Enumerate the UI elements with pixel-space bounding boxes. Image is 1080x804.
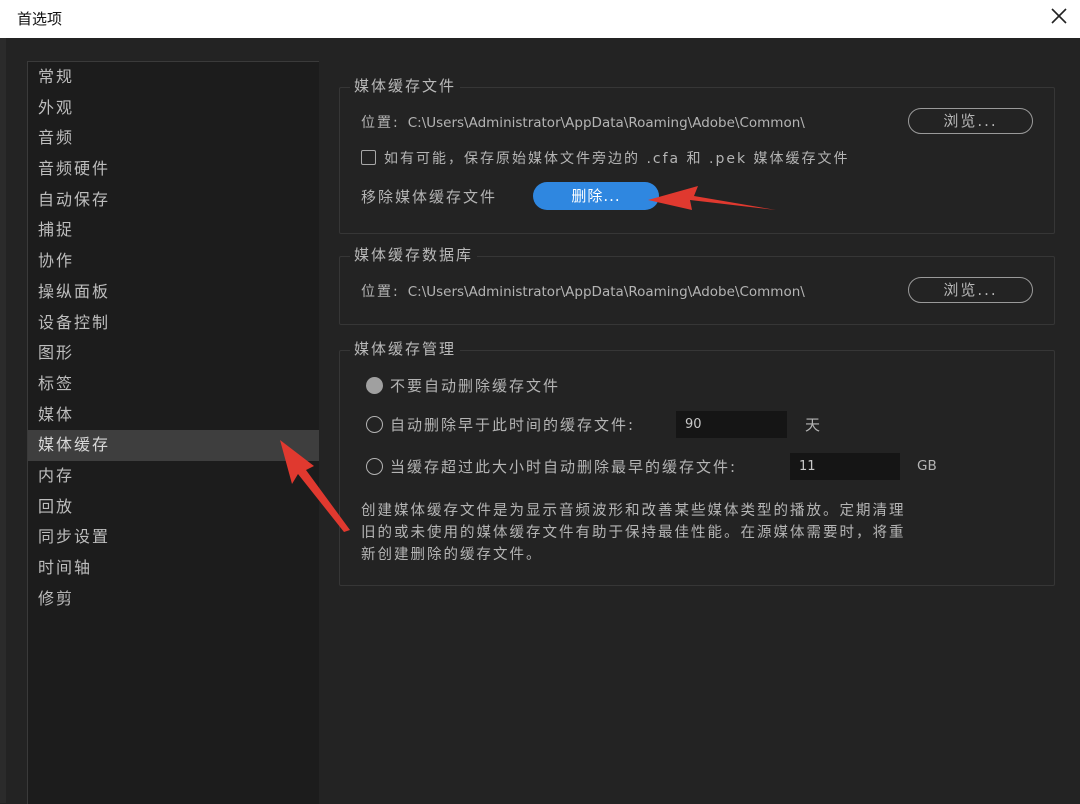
size-unit-label: GB — [917, 458, 937, 474]
sidebar-item-capture[interactable]: 捕捉 — [28, 215, 319, 246]
remove-cache-label: 移除媒体缓存文件 — [361, 188, 498, 206]
sidebar-item-device-control[interactable]: 设备控制 — [28, 308, 319, 339]
age-unit-label: 天 — [805, 416, 821, 434]
remove-cache-row: 移除媒体缓存文件 — [361, 186, 497, 207]
annotation-arrow-icon — [280, 440, 350, 532]
save-beside-row: 如有可能，保存原始媒体文件旁边的 .cfa 和 .pek 媒体缓存文件 — [384, 148, 850, 168]
no-auto-delete-row: 不要自动删除缓存文件 — [390, 375, 560, 396]
window-title: 首选项 — [17, 10, 63, 28]
cache-description: 创建媒体缓存文件是为显示音频波形和改善某些媒体类型的播放。定期清理旧的或未使用的… — [361, 503, 906, 563]
radio-delete-older[interactable] — [366, 416, 383, 433]
delete-older-row: 自动删除早于此时间的缓存文件: — [390, 414, 635, 435]
delete-by-size-label: 当缓存超过此大小时自动删除最早的缓存文件: — [390, 458, 738, 476]
sidebar-item-auto-save[interactable]: 自动保存 — [28, 185, 319, 216]
cache-db-browse-button[interactable]: 浏览... — [908, 277, 1033, 303]
title-bar: 首选项 — [0, 0, 1080, 39]
cache-db-location-row: 位置: C:\Users\Administrator\AppData\Roamin… — [361, 281, 805, 301]
category-sidebar: 常规 外观 音频 音频硬件 自动保存 捕捉 协作 操纵面板 设备控制 图形 标签… — [27, 61, 319, 804]
sidebar-item-media[interactable]: 媒体 — [28, 400, 319, 431]
no-auto-delete-label: 不要自动删除缓存文件 — [390, 377, 561, 395]
cache-files-browse-button[interactable]: 浏览... — [908, 108, 1033, 134]
size-gb-input[interactable]: 11 — [790, 453, 900, 480]
delete-older-label: 自动删除早于此时间的缓存文件: — [390, 416, 636, 434]
close-icon[interactable] — [1044, 1, 1074, 31]
media-cache-files-title: 媒体缓存文件 — [350, 75, 461, 96]
sidebar-item-timeline[interactable]: 时间轴 — [28, 553, 319, 584]
cache-files-location-label: 位置: — [361, 115, 400, 131]
media-cache-management-title: 媒体缓存管理 — [350, 338, 461, 359]
sidebar-item-labels[interactable]: 标签 — [28, 369, 319, 400]
sidebar-item-trim[interactable]: 修剪 — [28, 584, 319, 615]
radio-no-auto-delete[interactable] — [366, 377, 383, 394]
sidebar-item-general[interactable]: 常规 — [28, 62, 319, 93]
media-cache-database-title: 媒体缓存数据库 — [350, 244, 478, 265]
age-days-input[interactable]: 90 — [676, 411, 787, 438]
cache-files-location-row: 位置: C:\Users\Administrator\AppData\Roamin… — [361, 112, 805, 132]
radio-delete-by-size[interactable] — [366, 458, 383, 475]
sidebar-item-control-surface[interactable]: 操纵面板 — [28, 277, 319, 308]
sidebar-item-audio-hardware[interactable]: 音频硬件 — [28, 154, 319, 185]
annotation-arrow-icon — [648, 186, 776, 210]
sidebar-item-audio[interactable]: 音频 — [28, 123, 319, 154]
cache-db-location-path: C:\Users\Administrator\AppData\Roaming\A… — [407, 284, 805, 300]
delete-by-size-row: 当缓存超过此大小时自动删除最早的缓存文件: — [390, 456, 737, 477]
save-beside-checkbox[interactable] — [361, 150, 376, 165]
cache-files-location-path: C:\Users\Administrator\AppData\Roaming\A… — [407, 115, 805, 131]
save-beside-label: 如有可能，保存原始媒体文件旁边的 .cfa 和 .pek 媒体缓存文件 — [384, 151, 850, 167]
sidebar-item-collaboration[interactable]: 协作 — [28, 246, 319, 277]
cache-db-location-label: 位置: — [361, 284, 400, 300]
sidebar-item-appearance[interactable]: 外观 — [28, 93, 319, 124]
sidebar-item-graphics[interactable]: 图形 — [28, 338, 319, 369]
